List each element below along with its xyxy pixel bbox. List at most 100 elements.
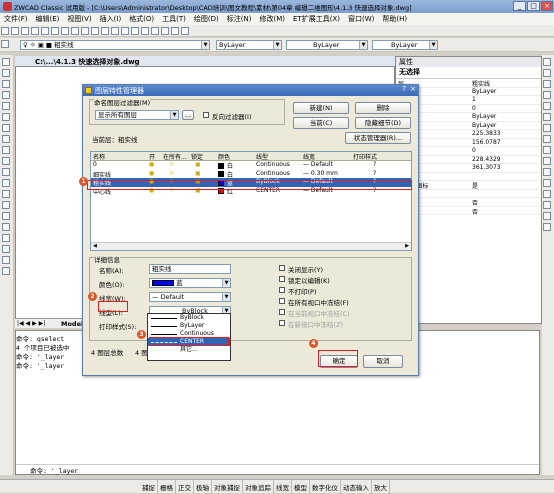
option-checkbox[interactable]	[279, 276, 285, 282]
lineweight-select[interactable]: — Default ▼	[149, 292, 231, 302]
layer-manager-icon[interactable]	[1, 40, 9, 48]
name-input[interactable]: 粗实线	[149, 264, 231, 274]
set-current-button[interactable]: 当前(C)	[293, 117, 349, 129]
paste-icon[interactable]	[71, 27, 79, 35]
rectangle-icon[interactable]	[2, 102, 10, 110]
menu-item[interactable]: 帮助(H)	[378, 13, 411, 25]
column-header[interactable]: 打印样式	[353, 152, 377, 161]
new-file-icon[interactable]	[1, 27, 9, 35]
fillet-icon[interactable]	[543, 212, 551, 220]
zoom-prev-icon[interactable]	[141, 27, 149, 35]
polygon-icon[interactable]	[2, 91, 10, 99]
column-header[interactable]: 线宽	[303, 152, 315, 161]
mirror-icon[interactable]	[543, 80, 551, 88]
invert-filter-checkbox[interactable]	[203, 112, 209, 118]
linetype-combo[interactable]: ByLayer ▼	[286, 40, 368, 50]
status-toggle[interactable]: 捕捉	[140, 480, 158, 494]
xline-icon[interactable]	[2, 69, 10, 77]
insert-block-icon[interactable]	[2, 179, 10, 187]
cancel-button[interactable]: 取消	[363, 355, 403, 368]
copy-icon[interactable]	[61, 27, 69, 35]
column-header[interactable]: 开	[149, 152, 155, 161]
cloud-icon[interactable]	[2, 135, 10, 143]
hatch-icon[interactable]	[2, 212, 10, 220]
save-icon[interactable]	[21, 27, 29, 35]
status-toggle[interactable]: 对象捕捉	[212, 480, 243, 494]
scale-icon[interactable]	[543, 135, 551, 143]
open-file-icon[interactable]	[11, 27, 19, 35]
status-toggle[interactable]: 线宽	[274, 480, 292, 494]
scroll-right-icon[interactable]: ▶	[405, 243, 409, 249]
column-header[interactable]: 颜色	[218, 152, 230, 161]
close-icon[interactable]: ×	[410, 85, 416, 93]
text-icon[interactable]	[2, 267, 10, 275]
filter-combo[interactable]: 显示所有图层 ▼	[95, 110, 179, 120]
spline-icon[interactable]	[2, 146, 10, 154]
selection-combo[interactable]: 无选择	[396, 67, 541, 79]
hide-details-button[interactable]: 隐藏细节(D)	[355, 117, 411, 129]
new-layer-button[interactable]: 新建(N)	[293, 102, 349, 114]
copy-object-icon[interactable]	[543, 69, 551, 77]
print-icon[interactable]	[31, 27, 39, 35]
explode-icon[interactable]	[543, 223, 551, 231]
table-row[interactable]: 细实线 ● ☼ ▣ 白 Continuous — 0.30 mm?	[91, 170, 411, 179]
ellipse-icon[interactable]	[2, 157, 10, 165]
ellipse-arc-icon[interactable]	[2, 168, 10, 176]
zoom-icon[interactable]	[121, 27, 129, 35]
help-icon[interactable]	[181, 27, 189, 35]
close-button[interactable]: ×	[541, 1, 553, 11]
rotate-icon[interactable]	[543, 124, 551, 132]
menu-item[interactable]: 窗口(W)	[344, 13, 378, 25]
menu-item[interactable]: 文件(F)	[0, 13, 32, 25]
delete-layer-button[interactable]: 删除	[355, 102, 411, 114]
chamfer-icon[interactable]	[543, 201, 551, 209]
horizontal-scrollbar[interactable]: ◀ ▶	[91, 242, 411, 250]
menu-item[interactable]: 绘图(D)	[190, 13, 223, 25]
make-block-icon[interactable]	[2, 190, 10, 198]
table-row[interactable]: 0 ● ☼ ▣ 白 Continuous — Default?	[91, 161, 411, 170]
break-icon[interactable]	[543, 179, 551, 187]
help-icon[interactable]: ?	[402, 85, 406, 93]
point-icon[interactable]	[2, 201, 10, 209]
menu-item[interactable]: 工具(T)	[158, 13, 190, 25]
array-icon[interactable]	[543, 102, 551, 110]
minimize-button[interactable]: _	[513, 1, 526, 11]
redo-icon[interactable]	[101, 27, 109, 35]
linetype-option[interactable]: 其它...	[148, 346, 230, 354]
menu-item[interactable]: 格式(O)	[125, 13, 158, 25]
color-combo[interactable]: ByLayer ▼	[216, 40, 282, 50]
state-manager-button[interactable]: 状态管理器(R)...	[345, 132, 411, 144]
menu-item[interactable]: 标注(N)	[223, 13, 256, 25]
linetype-option[interactable]: ByBlock	[148, 314, 230, 322]
design-center-icon[interactable]	[161, 27, 169, 35]
status-toggle[interactable]: 模型	[292, 480, 310, 494]
status-toggle[interactable]: 极轴	[194, 480, 212, 494]
join-icon[interactable]	[543, 190, 551, 198]
document-tab[interactable]: C:\...\4.1.3 快速选择对象.dwg	[15, 56, 395, 67]
option-checkbox[interactable]	[279, 265, 285, 271]
line-icon[interactable]	[2, 58, 10, 66]
move-icon[interactable]	[543, 113, 551, 121]
status-toggle[interactable]: 正交	[176, 480, 194, 494]
erase-icon[interactable]	[543, 58, 551, 66]
gradient-icon[interactable]	[2, 223, 10, 231]
menu-item[interactable]: 视图(V)	[63, 13, 95, 25]
trim-icon[interactable]	[543, 157, 551, 165]
menu-item[interactable]: 编辑(E)	[32, 13, 64, 25]
status-toggle[interactable]: 放大	[372, 480, 390, 494]
status-toggle[interactable]: 对象追踪	[243, 480, 274, 494]
tool-palette-icon[interactable]	[171, 27, 179, 35]
scroll-left-icon[interactable]: ◀	[93, 243, 97, 249]
cut-icon[interactable]	[51, 27, 59, 35]
linetype-option[interactable]: ByLayer	[148, 322, 230, 330]
option-checkbox[interactable]	[279, 298, 285, 304]
status-toggle[interactable]: 栅格	[158, 480, 176, 494]
region-icon[interactable]	[2, 234, 10, 242]
preview-icon[interactable]	[41, 27, 49, 35]
option-checkbox[interactable]	[279, 320, 285, 326]
table-icon[interactable]	[2, 245, 10, 253]
option-checkbox[interactable]	[279, 309, 285, 315]
menu-item[interactable]: 修改(M)	[255, 13, 289, 25]
zoom-window-icon[interactable]	[131, 27, 139, 35]
circle-icon[interactable]	[2, 124, 10, 132]
